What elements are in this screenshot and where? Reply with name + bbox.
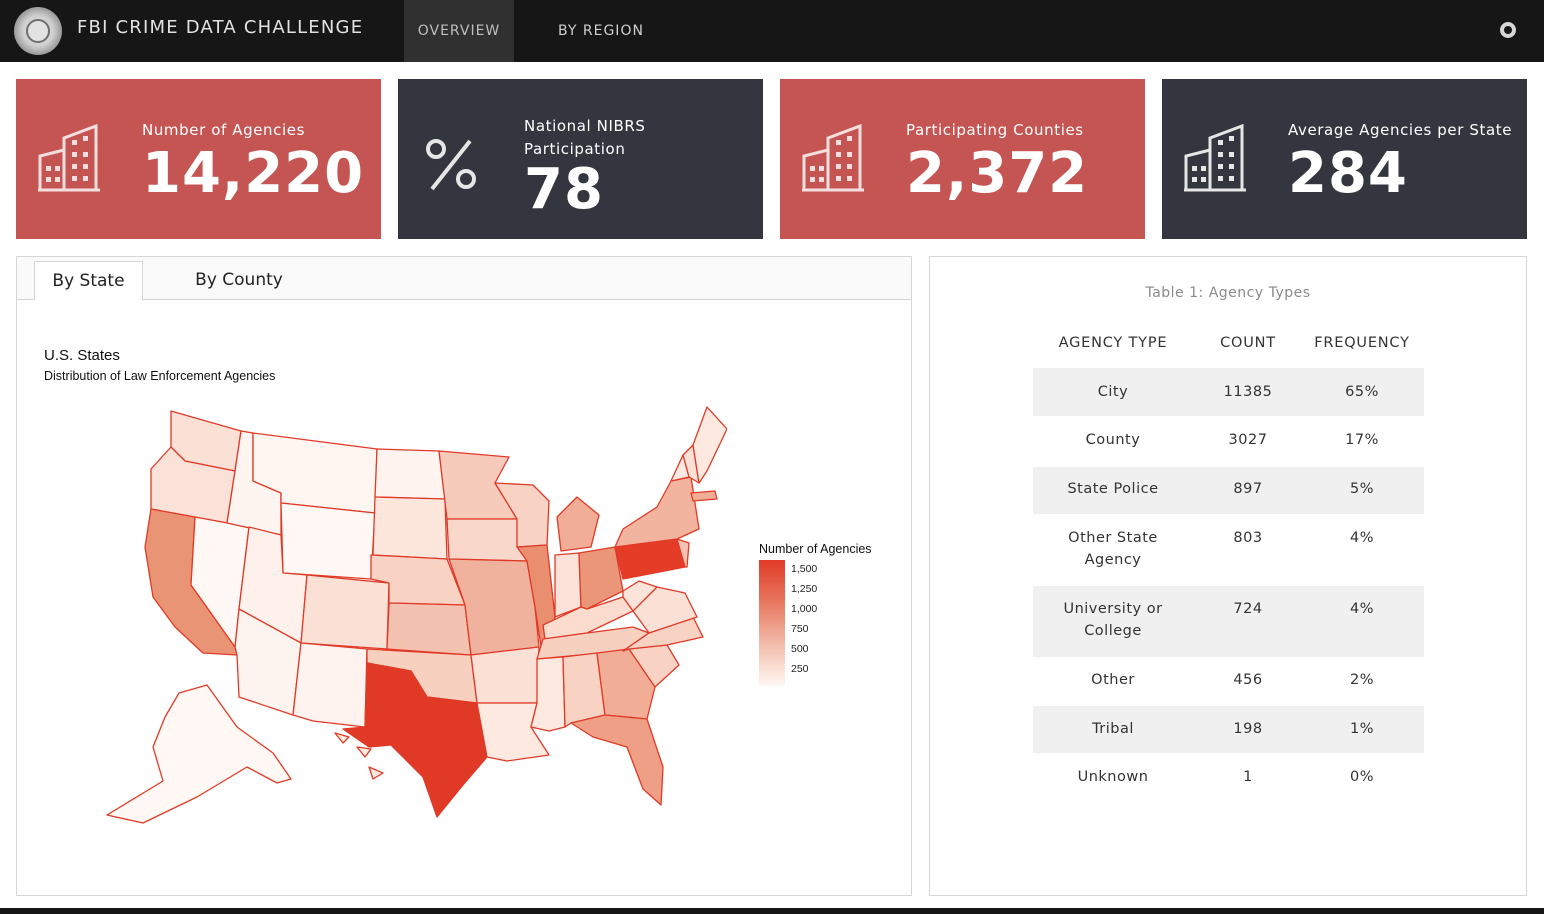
table-caption: Table 1: Agency Types	[1145, 285, 1311, 301]
legend-color-bar	[759, 560, 785, 686]
legend-tick: 1,000	[791, 603, 818, 615]
building-icon	[802, 124, 864, 192]
table-row: City 11385 65%	[1033, 368, 1424, 416]
cell-frequency: 4%	[1349, 530, 1374, 546]
fbi-seal-logo	[14, 7, 62, 55]
value-box-value: 2,372	[906, 141, 1089, 206]
table-row: University or College 724 4%	[1033, 586, 1424, 657]
table-row: County 3027 17%	[1033, 416, 1424, 467]
value-box-label: National NIBRS Participation	[524, 117, 646, 158]
table-row: Other State Agency 803 4%	[1033, 514, 1424, 586]
value-box-value: 284	[1288, 141, 1408, 206]
legend-tick: 500	[791, 643, 809, 655]
nav-tab-overview[interactable]: OVERVIEW	[404, 0, 514, 62]
tab-by-state[interactable]: By State	[34, 261, 143, 301]
table-row: Other 456 2%	[1033, 657, 1424, 706]
legend-tick: 750	[791, 623, 809, 635]
state-north-dakota	[374, 448, 446, 500]
state-new-mexico	[292, 642, 368, 728]
state-maine	[692, 406, 727, 484]
value-box-value: 78	[524, 157, 604, 222]
cell-agency-type: Other State Agency	[1068, 530, 1158, 568]
app-title: FBI CRIME DATA CHALLENGE	[77, 17, 364, 38]
column-header-count: COUNT	[1220, 335, 1276, 351]
cell-agency-type: Tribal	[1092, 721, 1134, 737]
value-box-label: Participating Counties	[906, 121, 1084, 139]
cell-agency-type: City	[1097, 384, 1129, 400]
table-row: Tribal 198 1%	[1033, 706, 1424, 753]
cell-count: 1	[1243, 769, 1253, 785]
tab-by-county[interactable]: By County	[177, 261, 301, 301]
state-arkansas	[470, 646, 540, 704]
value-box-value: 14,220	[142, 141, 365, 206]
cell-count: 456	[1233, 672, 1263, 688]
map-title: U.S. States	[44, 347, 120, 364]
cell-frequency: 5%	[1349, 481, 1374, 497]
cell-count: 897	[1233, 481, 1263, 497]
cell-frequency: 17%	[1345, 432, 1379, 448]
legend-title: Number of Agencies	[759, 542, 872, 556]
cell-count: 724	[1233, 601, 1263, 617]
state-florida	[570, 714, 664, 806]
value-box-participating-counties: Participating Counties 2,372	[780, 79, 1145, 239]
cell-frequency: 65%	[1345, 384, 1379, 400]
cell-frequency: 0%	[1349, 769, 1374, 785]
cell-frequency: 2%	[1349, 672, 1374, 688]
cell-agency-type: University or College	[1063, 601, 1163, 639]
agency-types-panel: Table 1: Agency Types AGENCY TYPE COUNT …	[929, 256, 1527, 896]
legend-tick: 1,500	[791, 563, 818, 575]
table-row: State Police 897 5%	[1033, 467, 1424, 514]
building-icon	[1184, 124, 1246, 192]
us-states-choropleth-map[interactable]	[67, 397, 727, 837]
map-tabbar: By State By County	[17, 257, 911, 301]
navbar: FBI CRIME DATA CHALLENGE OVERVIEW BY REG…	[0, 0, 1544, 62]
cell-frequency: 4%	[1349, 601, 1374, 617]
cell-agency-type: Unknown	[1077, 769, 1149, 785]
percent-icon	[426, 139, 476, 191]
state-south-dakota	[372, 496, 448, 560]
cell-agency-type: Other	[1091, 672, 1135, 688]
cell-agency-type: State Police	[1067, 481, 1159, 497]
map-panel: By State By County U.S. States Distribut…	[16, 256, 912, 896]
value-box-number-of-agencies: Number of Agencies 14,220	[16, 79, 381, 239]
map-subtitle: Distribution of Law Enforcement Agencies	[44, 369, 276, 383]
table-row: Unknown 1 0%	[1033, 753, 1424, 803]
nav-tab-by-region[interactable]: BY REGION	[540, 0, 662, 62]
value-box-nibrs-participation: National NIBRS Participation 78	[398, 79, 763, 239]
legend-tick: 1,250	[791, 583, 818, 595]
state-new-york	[614, 476, 700, 548]
window-bottom-edge	[0, 908, 1544, 914]
legend-tick: 250	[791, 663, 809, 675]
state-iowa	[446, 518, 528, 562]
cell-frequency: 1%	[1349, 721, 1374, 737]
state-wyoming	[280, 502, 376, 580]
state-massachusetts	[690, 490, 718, 502]
column-header-frequency: FREQUENCY	[1314, 335, 1410, 351]
cell-count: 803	[1233, 530, 1263, 546]
building-icon	[38, 124, 100, 192]
column-header-agency-type: AGENCY TYPE	[1058, 335, 1168, 351]
github-icon[interactable]	[1500, 22, 1516, 38]
cell-count: 3027	[1228, 432, 1268, 448]
state-kansas	[386, 602, 472, 656]
state-michigan	[556, 496, 600, 552]
cell-agency-type: County	[1085, 432, 1141, 448]
state-indiana	[554, 552, 582, 618]
value-box-label: Number of Agencies	[142, 121, 306, 139]
cell-count: 198	[1233, 721, 1263, 737]
state-colorado	[300, 574, 390, 650]
value-box-average-agencies-per-state: Average Agencies per State 284	[1162, 79, 1527, 239]
cell-count: 11385	[1223, 384, 1273, 400]
value-box-label: Average Agencies per State	[1288, 121, 1513, 139]
